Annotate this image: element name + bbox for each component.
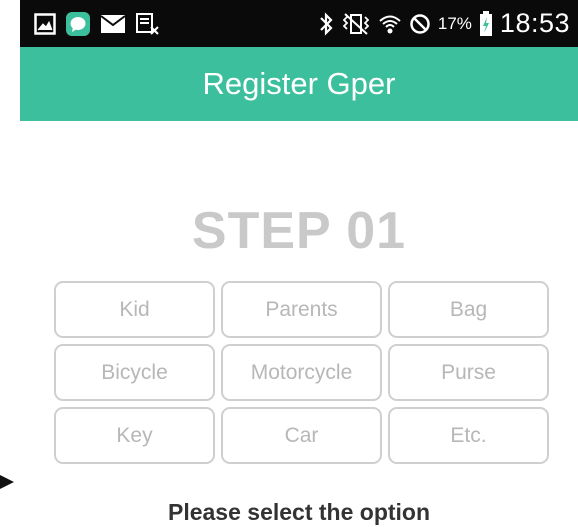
mail-icon bbox=[100, 14, 126, 34]
messenger-icon bbox=[65, 11, 91, 37]
option-kid-button[interactable]: Kid bbox=[54, 281, 215, 338]
blocked-icon bbox=[409, 13, 431, 35]
option-motorcycle-button[interactable]: Motorcycle bbox=[221, 344, 382, 401]
option-bag-button[interactable]: Bag bbox=[388, 281, 549, 338]
status-right-icons: 17% 18:53 bbox=[318, 0, 570, 47]
app-bar: Register Gper bbox=[20, 47, 578, 121]
screen: 17% 18:53 Register Gper STEP 01 Kid Pare… bbox=[0, 0, 578, 527]
pointer-arrow-icon bbox=[0, 475, 14, 489]
bluetooth-icon bbox=[318, 11, 334, 36]
step-title: STEP 01 bbox=[191, 202, 407, 260]
screenshot-icon bbox=[135, 12, 159, 36]
option-etc-button[interactable]: Etc. bbox=[388, 407, 549, 464]
clock: 18:53 bbox=[499, 8, 570, 38]
status-left-icons bbox=[34, 9, 159, 39]
option-grid: Kid Parents Bag Bicycle Motorcycle Purse… bbox=[54, 281, 550, 464]
battery-icon bbox=[479, 10, 493, 37]
battery-percent: 17% bbox=[437, 13, 472, 33]
status-bar: 17% 18:53 bbox=[20, 0, 578, 47]
wifi-icon bbox=[378, 12, 402, 36]
instruction-text: Please select the option bbox=[167, 499, 431, 525]
gallery-icon bbox=[34, 13, 56, 35]
option-key-button[interactable]: Key bbox=[54, 407, 215, 464]
app-title: Register Gper bbox=[202, 66, 396, 101]
option-purse-button[interactable]: Purse bbox=[388, 344, 549, 401]
option-bicycle-button[interactable]: Bicycle bbox=[54, 344, 215, 401]
vibrate-icon bbox=[341, 12, 371, 36]
option-car-button[interactable]: Car bbox=[221, 407, 382, 464]
option-parents-button[interactable]: Parents bbox=[221, 281, 382, 338]
